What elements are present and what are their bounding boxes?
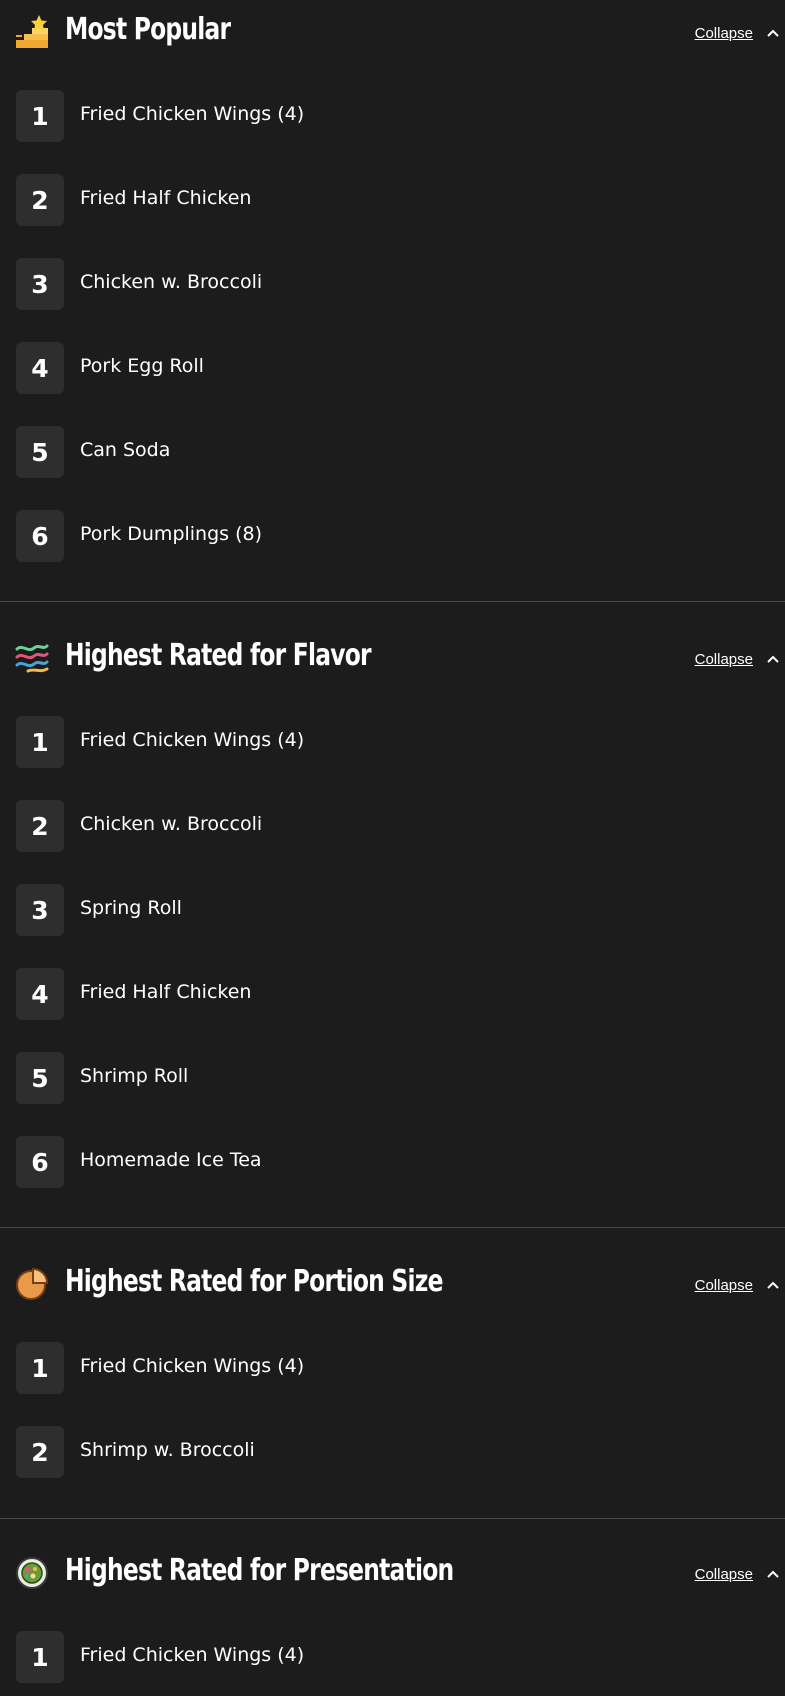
item-name: Fried Half Chicken [80, 981, 252, 1003]
rank-badge: 2 [16, 800, 64, 852]
section-portion-size: Highest Rated for Portion Size Collapse … [0, 1252, 785, 1517]
item-name: Homemade Ice Tea [80, 1149, 262, 1171]
rank-badge: 6 [16, 510, 64, 562]
chevron-up-icon[interactable] [765, 1277, 781, 1293]
item-name: Pork Egg Roll [80, 355, 204, 377]
item-name: Fried Chicken Wings (4) [80, 729, 305, 751]
list-item[interactable]: 3 Spring Roll [0, 878, 785, 962]
section-divider [0, 1518, 785, 1519]
item-name: Shrimp w. Broccoli [80, 1439, 255, 1461]
item-name: Spring Roll [80, 897, 182, 919]
rank-badge: 4 [16, 968, 64, 1020]
rank-badge: 1 [16, 716, 64, 768]
rank-badge: 5 [16, 1052, 64, 1104]
list-item[interactable]: 1 Fried Chicken Wings (4) [0, 1625, 785, 1696]
rank-badge: 4 [16, 342, 64, 394]
list-item[interactable]: 5 Can Soda [0, 420, 785, 504]
rank-badge: 5 [16, 426, 64, 478]
section-header: Highest Rated for Presentation Collapse [0, 1541, 785, 1607]
collapse-control[interactable]: Collapse [695, 1563, 781, 1585]
ranked-list: 1 Fried Chicken Wings (4) [0, 1625, 785, 1696]
section-title: Highest Rated for Flavor [65, 638, 372, 673]
pie-portion-icon [14, 1266, 50, 1302]
rank-badge: 1 [16, 1631, 64, 1683]
section-title: Most Popular [65, 12, 231, 47]
chevron-up-icon[interactable] [765, 651, 781, 667]
list-item[interactable]: 6 Pork Dumplings (8) [0, 504, 785, 588]
item-name: Fried Half Chicken [80, 187, 252, 209]
rank-badge: 2 [16, 174, 64, 226]
list-item[interactable]: 2 Fried Half Chicken [0, 168, 785, 252]
collapse-control[interactable]: Collapse [695, 648, 781, 670]
section-presentation: Highest Rated for Presentation Collapse … [0, 1541, 785, 1696]
item-name: Pork Dumplings (8) [80, 523, 263, 545]
rank-badge: 3 [16, 884, 64, 936]
rank-badge: 6 [16, 1136, 64, 1188]
list-item[interactable]: 1 Fried Chicken Wings (4) [0, 710, 785, 794]
collapse-button[interactable]: Collapse [695, 1277, 753, 1294]
list-item[interactable]: 4 Fried Half Chicken [0, 962, 785, 1046]
item-name: Fried Chicken Wings (4) [80, 1644, 305, 1666]
collapse-button[interactable]: Collapse [695, 1566, 753, 1583]
section-header: Highest Rated for Portion Size Collapse [0, 1252, 785, 1318]
list-item[interactable]: 4 Pork Egg Roll [0, 336, 785, 420]
collapse-control[interactable]: Collapse [695, 22, 781, 44]
list-item[interactable]: 2 Shrimp w. Broccoli [0, 1420, 785, 1504]
collapse-button[interactable]: Collapse [695, 25, 753, 42]
list-item[interactable]: 5 Shrimp Roll [0, 1046, 785, 1130]
rank-badge: 1 [16, 1342, 64, 1394]
collapse-button[interactable]: Collapse [695, 651, 753, 668]
stairs-star-icon [14, 14, 50, 50]
plate-presentation-icon [14, 1555, 50, 1591]
list-item[interactable]: 1 Fried Chicken Wings (4) [0, 84, 785, 168]
section-title: Highest Rated for Portion Size [65, 1264, 443, 1299]
section-divider [0, 601, 785, 602]
section-divider [0, 1227, 785, 1228]
item-name: Shrimp Roll [80, 1065, 189, 1087]
section-most-popular: Most Popular Collapse 1 Fried Chicken Wi… [0, 0, 785, 600]
item-name: Chicken w. Broccoli [80, 271, 263, 293]
list-item[interactable]: 3 Chicken w. Broccoli [0, 252, 785, 336]
list-item[interactable]: 2 Chicken w. Broccoli [0, 794, 785, 878]
ranked-list: 1 Fried Chicken Wings (4) 2 Chicken w. B… [0, 710, 785, 1214]
section-flavor: Highest Rated for Flavor Collapse 1 Frie… [0, 626, 785, 1226]
section-header: Highest Rated for Flavor Collapse [0, 626, 785, 692]
chevron-up-icon[interactable] [765, 25, 781, 41]
collapse-control[interactable]: Collapse [695, 1274, 781, 1296]
item-name: Fried Chicken Wings (4) [80, 103, 305, 125]
flavor-waves-icon [14, 640, 50, 676]
chevron-up-icon[interactable] [765, 1566, 781, 1582]
ranked-list: 1 Fried Chicken Wings (4) 2 Shrimp w. Br… [0, 1336, 785, 1504]
item-name: Fried Chicken Wings (4) [80, 1355, 305, 1377]
list-item[interactable]: 1 Fried Chicken Wings (4) [0, 1336, 785, 1420]
section-header: Most Popular Collapse [0, 0, 785, 66]
ranked-list: 1 Fried Chicken Wings (4) 2 Fried Half C… [0, 84, 785, 588]
item-name: Chicken w. Broccoli [80, 813, 263, 835]
rank-badge: 2 [16, 1426, 64, 1478]
list-item[interactable]: 6 Homemade Ice Tea [0, 1130, 785, 1214]
section-title: Highest Rated for Presentation [65, 1553, 454, 1588]
rank-badge: 3 [16, 258, 64, 310]
item-name: Can Soda [80, 439, 171, 461]
rank-badge: 1 [16, 90, 64, 142]
